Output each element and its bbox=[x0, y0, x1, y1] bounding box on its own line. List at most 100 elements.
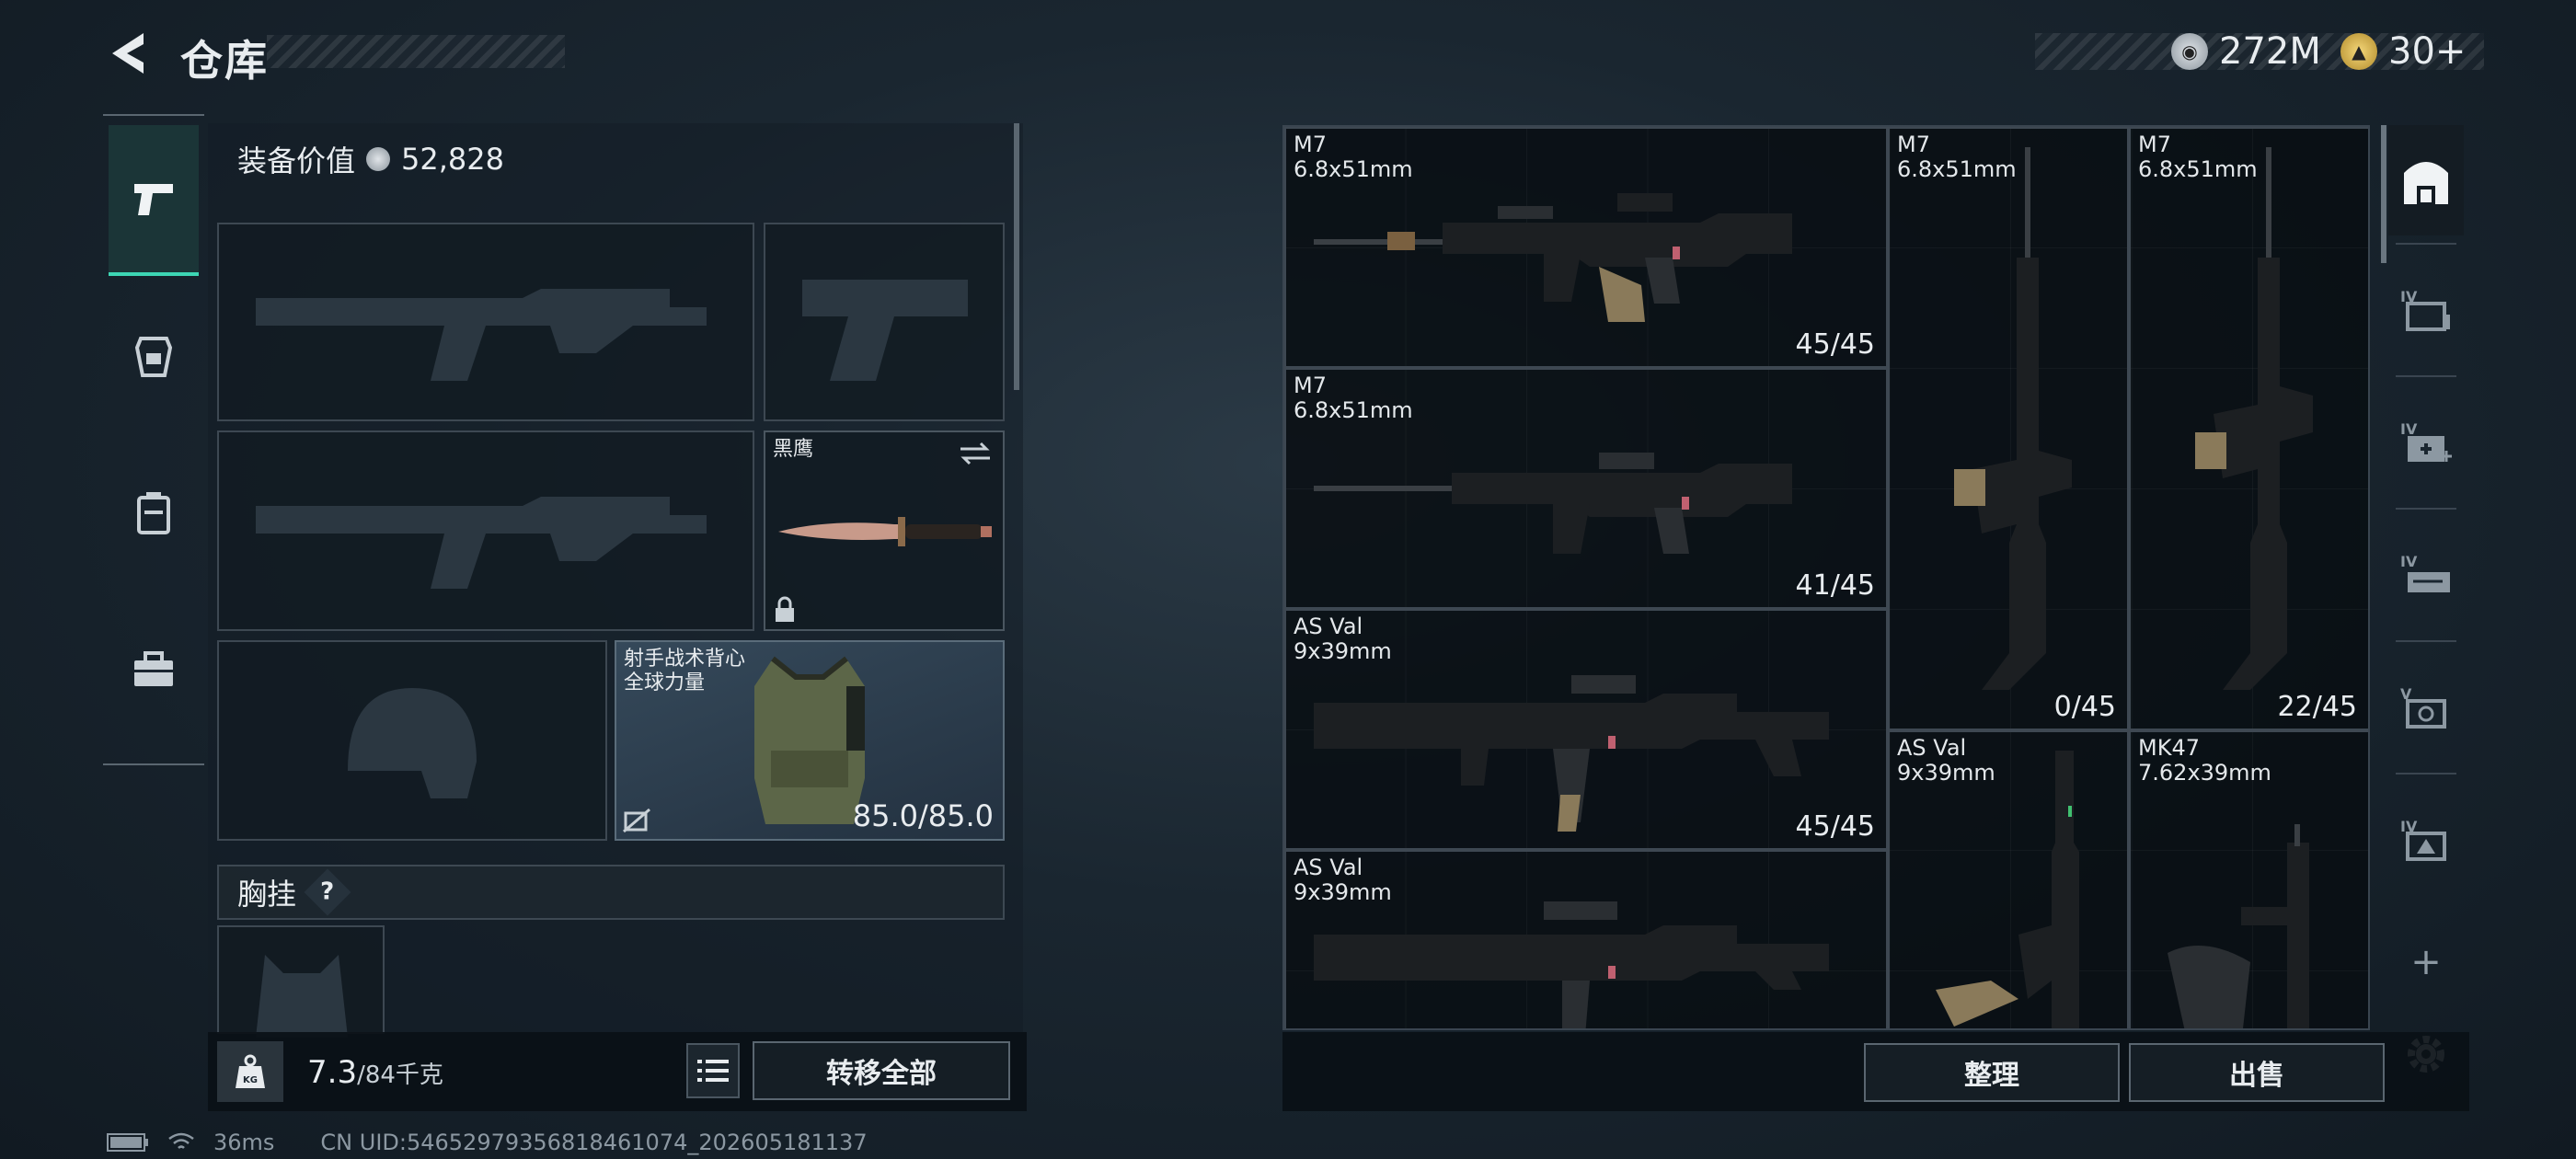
stash-item-m7[interactable]: M7 6.8x51mm 45/45 bbox=[1284, 127, 1888, 368]
stash-tabs: IV IV IV V IV + bbox=[2388, 125, 2464, 1111]
toolbox-icon bbox=[134, 651, 173, 686]
chest-rig-silhouette-icon bbox=[256, 955, 348, 1038]
vest-name-block: 射手战术背心 全球力量 bbox=[624, 648, 745, 695]
m7-rifle-vertical-icon bbox=[2195, 147, 2313, 690]
mk47-rifle-vertical-icon bbox=[2168, 824, 2309, 1028]
kg-weight-icon: KG bbox=[236, 1054, 265, 1088]
pistol-icon bbox=[134, 184, 173, 215]
equipment-value-amount: 52,828 bbox=[401, 142, 504, 177]
chest-rig-header: 胸挂 ? bbox=[217, 865, 1005, 920]
rifle-silhouette-icon bbox=[256, 289, 707, 381]
silver-currency[interactable]: ◉ 272M bbox=[2171, 26, 2321, 77]
chest-rig-slot[interactable] bbox=[217, 925, 385, 1038]
swap-icon[interactable] bbox=[957, 440, 994, 467]
special-container-icon: IV bbox=[2400, 818, 2446, 861]
tab-armor[interactable] bbox=[109, 281, 199, 432]
item-name: M7 bbox=[1294, 373, 1327, 398]
silver-coin-icon bbox=[366, 147, 391, 171]
armor-icon bbox=[134, 337, 173, 377]
rifle-silhouette-icon bbox=[256, 497, 707, 589]
stash-tab-ammo-box[interactable]: V bbox=[2388, 651, 2464, 762]
stash-item-as-val[interactable]: AS Val 9x39mm 45/45 bbox=[1284, 609, 1888, 850]
item-ammo: 22/45 bbox=[2277, 691, 2357, 723]
separator bbox=[2396, 375, 2456, 377]
primary-weapon-slot-2[interactable] bbox=[217, 430, 754, 631]
stash-item-as-val[interactable]: AS Val 9x39mm bbox=[1888, 730, 2129, 1028]
vest-name-line1: 射手战术背心 bbox=[624, 648, 746, 671]
gold-amount: 30+ bbox=[2388, 30, 2467, 73]
ping-text: 36ms bbox=[213, 1130, 275, 1155]
wifi-icon bbox=[168, 1132, 194, 1149]
pistol-silhouette-icon bbox=[802, 280, 968, 381]
equipment-value: 装备价值 52,828 bbox=[237, 138, 504, 180]
equipment-scrollbar[interactable] bbox=[1014, 123, 1019, 390]
silver-coin-icon: ◉ bbox=[2171, 33, 2208, 70]
carry-weight-current: 7.3 bbox=[307, 1054, 358, 1091]
weight-icon: KG bbox=[217, 1041, 283, 1102]
silver-amount: 272M bbox=[2219, 30, 2321, 73]
stash-scrollbar[interactable] bbox=[2381, 125, 2386, 263]
separator bbox=[2396, 508, 2456, 510]
stash-tab-special[interactable]: IV bbox=[2388, 784, 2464, 894]
sell-button[interactable]: 出售 bbox=[2129, 1043, 2385, 1102]
back-button[interactable] bbox=[103, 26, 158, 81]
as-val-rifle-icon bbox=[1314, 675, 1829, 832]
safe-box-icon: V bbox=[2400, 685, 2446, 729]
status-bar: 36ms CN UID:54652979356818461074_2026051… bbox=[107, 1130, 868, 1155]
separator bbox=[2396, 640, 2456, 642]
tab-firearms[interactable] bbox=[109, 125, 199, 276]
help-icon[interactable]: ? bbox=[304, 868, 351, 916]
container-iv-icon: IV bbox=[2400, 288, 2450, 331]
melee-name: 黑鹰 bbox=[773, 438, 814, 461]
helmet-slot[interactable] bbox=[217, 640, 607, 841]
item-name: AS Val bbox=[1294, 614, 1363, 639]
tab-backpack[interactable] bbox=[109, 438, 199, 589]
lock-icon bbox=[776, 596, 794, 622]
primary-weapon-slot-1[interactable] bbox=[217, 223, 754, 421]
vest-durability: 85.0/85.0 bbox=[852, 798, 994, 833]
medical-case-icon: IV bbox=[2400, 420, 2452, 462]
carry-weight: 7.3/84千克 bbox=[307, 1054, 443, 1091]
category-tabs bbox=[103, 114, 204, 765]
m7-rifle-icon bbox=[1314, 193, 1792, 322]
stash-item-m7[interactable]: M7 6.8x51mm 41/45 bbox=[1284, 368, 1888, 609]
equipment-value-label: 装备价值 bbox=[237, 143, 356, 178]
as-val-rifle-vertical-icon bbox=[1936, 751, 2079, 1028]
stash-tab-4[interactable]: IV bbox=[2388, 254, 2464, 364]
as-val-rifle-icon bbox=[1314, 901, 1829, 1028]
svg-text:IV: IV bbox=[2400, 420, 2418, 438]
tab-toolbox[interactable] bbox=[109, 594, 199, 745]
knife-icon bbox=[778, 517, 992, 546]
m7-rifle-vertical-icon bbox=[1954, 147, 2072, 690]
separator bbox=[2396, 243, 2456, 245]
item-ammo: 41/45 bbox=[1795, 569, 1875, 602]
stash-tab-main[interactable] bbox=[2388, 125, 2464, 235]
pistol-slot[interactable] bbox=[764, 223, 1005, 421]
melee-slot[interactable]: 黑鹰 bbox=[764, 430, 1005, 631]
stash-tab-medical[interactable]: IV bbox=[2388, 386, 2464, 497]
add-stash-button[interactable]: + bbox=[2388, 907, 2464, 1017]
stash-tab-weapon-case[interactable]: IV bbox=[2388, 519, 2464, 629]
item-name: M7 bbox=[1294, 132, 1327, 157]
title-decoration bbox=[267, 35, 565, 68]
carry-weight-max: /84千克 bbox=[357, 1061, 443, 1089]
stash-grid: M7 6.8x51mm 45/45 M7 6.8x51mm 41/45 AS V… bbox=[1282, 125, 2370, 1030]
backpack-icon bbox=[137, 492, 170, 534]
no-insure-icon bbox=[623, 808, 650, 833]
list-view-button[interactable] bbox=[686, 1043, 740, 1098]
transfer-all-button[interactable]: 转移全部 bbox=[753, 1041, 1010, 1100]
item-name: AS Val bbox=[1294, 855, 1363, 880]
body-armor-slot[interactable]: 射手战术背心 全球力量 85.0/85.0 bbox=[615, 640, 1005, 841]
stash-item-m7[interactable]: M7 6.8x51mm 22/45 bbox=[2129, 127, 2368, 730]
svg-text:IV: IV bbox=[2400, 553, 2418, 570]
stash-item-mk47[interactable]: MK47 7.62x39mm bbox=[2129, 730, 2368, 1028]
battery-icon bbox=[107, 1133, 148, 1152]
help-icon-glyph: ? bbox=[320, 878, 335, 906]
stash-item-m7[interactable]: M7 6.8x51mm 0/45 bbox=[1888, 127, 2129, 730]
stash-item-as-val[interactable]: AS Val 9x39mm bbox=[1284, 850, 1888, 1028]
sort-button[interactable]: 整理 bbox=[1864, 1043, 2120, 1102]
gold-currency[interactable]: ▲ 30+ bbox=[2340, 26, 2466, 77]
separator bbox=[2396, 773, 2456, 775]
uid-text: CN UID:54652979356818461074_202605181137 bbox=[320, 1130, 868, 1155]
page-title: 仓库 bbox=[180, 36, 269, 86]
